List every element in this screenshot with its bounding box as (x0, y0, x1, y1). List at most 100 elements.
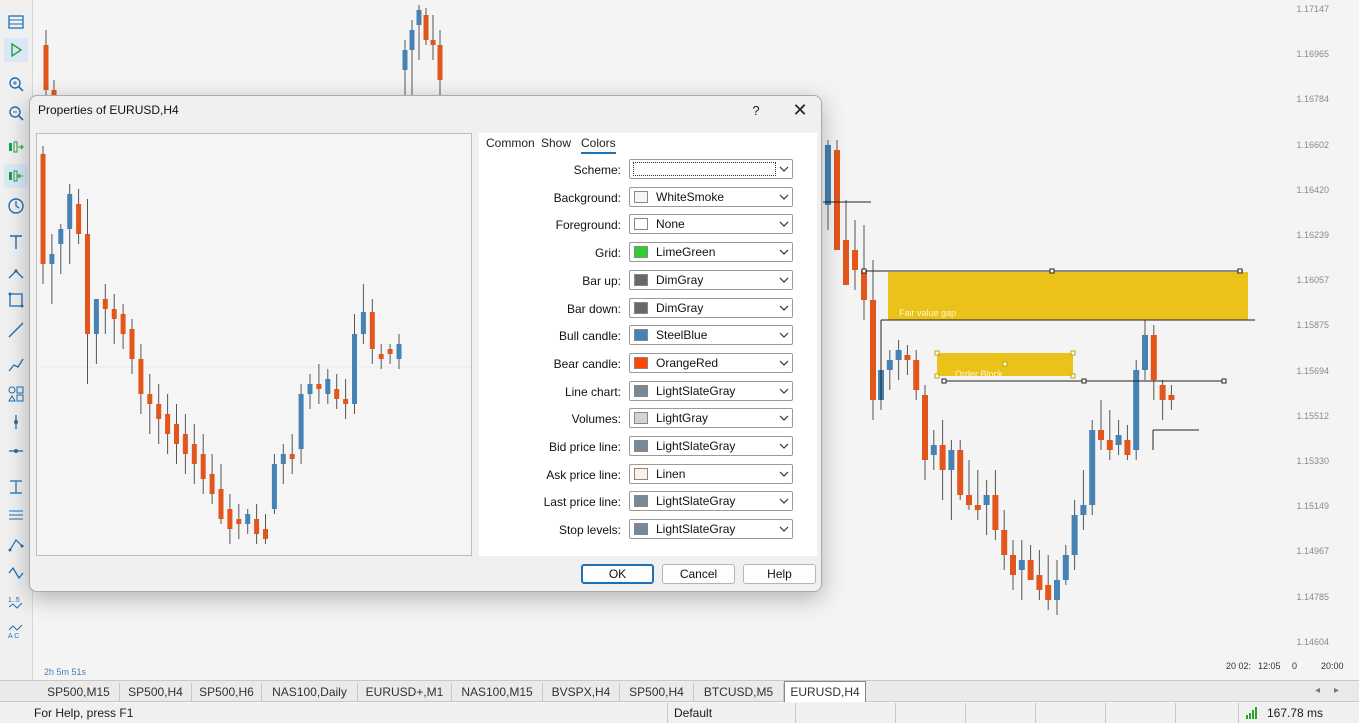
time-axis-label: 12:05 (1258, 661, 1281, 671)
channel-icon[interactable] (4, 503, 28, 527)
color-name: LightSlateGray (656, 439, 736, 453)
color-select[interactable]: None (629, 214, 793, 235)
fair-value-gap-label: Fair value gap (899, 308, 956, 318)
elliott-numbers-icon[interactable]: 1..5 (4, 590, 28, 614)
scheme-select[interactable] (629, 159, 793, 179)
text-label-icon[interactable] (4, 475, 28, 499)
chevron-down-icon[interactable] (776, 353, 792, 373)
pitchfork-icon[interactable] (4, 532, 28, 556)
color-swatch (634, 218, 648, 231)
chevron-down-icon[interactable] (776, 214, 792, 234)
chevron-down-icon[interactable] (776, 381, 792, 401)
color-preview-chart (36, 133, 472, 556)
chevron-down-icon[interactable] (776, 436, 792, 456)
fvg-handle (1237, 268, 1243, 274)
polyline-icon[interactable] (4, 353, 28, 377)
help-button[interactable]: Help (743, 564, 816, 584)
scheme-value (633, 162, 776, 176)
chevron-down-icon[interactable] (776, 464, 792, 484)
candle-body (182, 434, 188, 454)
candle-body (409, 30, 415, 50)
chart-tab[interactable]: BTCUSD,M5 (694, 683, 784, 701)
chart-tab[interactable]: SP500,H6 (192, 683, 262, 701)
chart-tab[interactable]: SP500,H4 (620, 683, 694, 701)
color-select[interactable]: LightSlateGray (629, 519, 793, 540)
chart-tab[interactable]: BVSPX,H4 (543, 683, 620, 701)
chevron-down-icon[interactable] (776, 408, 792, 428)
color-select[interactable]: SteelBlue (629, 325, 793, 346)
zoom-in-icon[interactable] (4, 72, 28, 96)
chevron-down-icon[interactable] (776, 242, 792, 262)
chevron-down-icon[interactable] (776, 491, 792, 511)
color-setting-label: Ask price line: (546, 467, 621, 482)
chevron-down-icon[interactable] (776, 159, 792, 179)
chevron-down-icon[interactable] (776, 187, 792, 207)
color-select[interactable]: LightSlateGray (629, 491, 793, 512)
market-watch-icon[interactable] (4, 10, 28, 34)
autoscroll-icon[interactable] (4, 164, 28, 188)
line-icon[interactable] (4, 318, 28, 342)
color-select[interactable]: LightSlateGray (629, 380, 793, 401)
candle-body (430, 40, 436, 45)
trendline-icon[interactable] (4, 260, 28, 284)
price-axis-label: 1.16420 (1296, 184, 1329, 195)
status-bar: For Help, press F1 Default 167.78 ms (0, 703, 1359, 723)
clock-icon[interactable] (4, 194, 28, 218)
horizontal-line-icon[interactable] (4, 439, 28, 463)
price-axis-label: 1.14967 (1296, 546, 1329, 557)
price-axis-label: 1.15694 (1296, 365, 1329, 376)
chevron-down-icon[interactable] (776, 298, 792, 318)
elliott-letters-icon[interactable]: A C (4, 619, 28, 643)
chart-tab[interactable]: SP500,H4 (120, 683, 192, 701)
candle-body (1054, 580, 1060, 600)
color-select[interactable]: LightSlateGray (629, 436, 793, 456)
zoom-out-icon[interactable] (4, 101, 28, 125)
wave-icon[interactable] (4, 561, 28, 585)
color-select[interactable]: OrangeRed (629, 352, 793, 373)
tab-colors[interactable]: Colors (581, 136, 616, 154)
tab-show[interactable]: Show (541, 136, 571, 150)
color-select[interactable]: DimGray (629, 269, 793, 290)
candle-body (416, 10, 422, 25)
tab-common[interactable]: Common (486, 136, 535, 150)
chevron-down-icon[interactable] (776, 519, 792, 539)
candle-body (825, 145, 831, 205)
candle-body (147, 394, 153, 404)
color-select[interactable]: WhiteSmoke (629, 186, 793, 207)
rectangle-icon[interactable] (4, 288, 28, 312)
time-axis-label: 20 02: (1226, 661, 1252, 671)
chevron-down-icon[interactable] (776, 270, 792, 290)
cancel-button[interactable]: Cancel (662, 564, 735, 584)
ob-handle (934, 373, 940, 379)
tab-scroll-arrows[interactable]: ◂▸ (1315, 685, 1353, 696)
close-icon[interactable]: ✕ (788, 99, 812, 121)
color-select[interactable]: Linen (629, 463, 793, 484)
chart-shift-icon[interactable] (4, 135, 28, 159)
color-select[interactable]: LimeGreen (629, 242, 793, 263)
candle-body (966, 495, 972, 505)
color-name: Linen (656, 466, 686, 481)
color-swatch (634, 523, 648, 536)
candle-body (1168, 395, 1175, 400)
chart-tab[interactable]: NAS100,M15 (452, 683, 543, 701)
connection-status[interactable]: 167.78 ms (1238, 703, 1359, 723)
chart-tab[interactable]: SP500,M15 (38, 683, 120, 701)
color-name: SteelBlue (656, 328, 708, 343)
color-select[interactable]: DimGray (629, 297, 793, 318)
text-tool-icon[interactable] (4, 230, 28, 254)
vertical-line-icon[interactable] (4, 410, 28, 434)
price-axis-label: 1.16965 (1296, 49, 1329, 60)
play-icon[interactable] (4, 38, 28, 62)
dialog-help-button[interactable]: ? (746, 99, 766, 121)
color-select[interactable]: LightGray (629, 408, 793, 429)
chevron-down-icon[interactable] (776, 325, 792, 345)
candle-body (200, 454, 206, 479)
chart-tab[interactable]: EURUSD,H4 (784, 681, 866, 702)
candle-body (129, 329, 135, 359)
price-axis-label: 1.14604 (1296, 636, 1329, 647)
ok-button[interactable]: OK (581, 564, 654, 584)
shapes-icon[interactable] (4, 382, 28, 406)
chart-tab[interactable]: NAS100,Daily (262, 683, 358, 701)
status-profile: Default (667, 703, 795, 723)
chart-tab[interactable]: EURUSD+,M1 (358, 683, 452, 701)
